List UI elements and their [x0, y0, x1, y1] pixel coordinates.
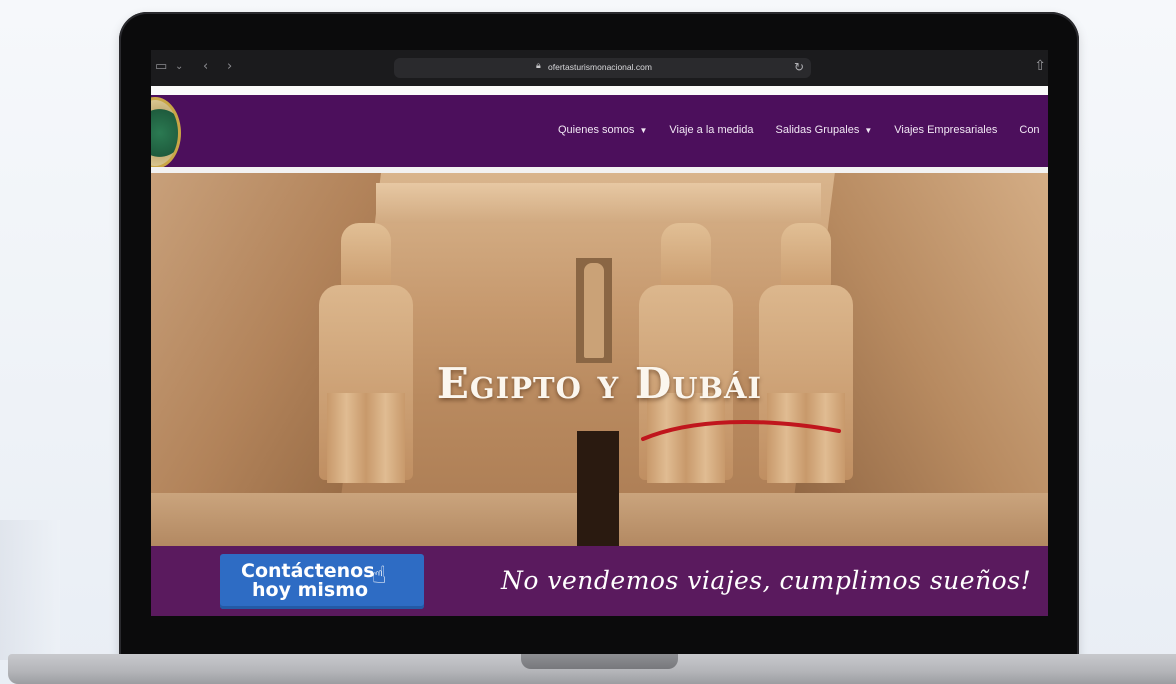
slogan: No vendemos viajes, cumplimos sueños!: [501, 566, 1032, 595]
share-icon[interactable]: ⇧: [1034, 58, 1046, 74]
nav-item-label: Viaje a la medida: [669, 124, 754, 136]
sidebar-icon[interactable]: ▭: [155, 59, 167, 75]
background-shade: [0, 520, 60, 660]
back-icon[interactable]: ‹: [203, 59, 208, 75]
hero-banner: Egipto y Dubái: [151, 173, 1048, 546]
reload-icon[interactable]: ↻: [794, 60, 804, 74]
chevron-down-icon[interactable]: ⌄: [175, 59, 183, 75]
colossus-statue: [311, 223, 421, 483]
contact-button[interactable]: Contáctenos hoy mismo ☝︎: [220, 554, 424, 609]
nav-item-label: Salidas Grupales: [775, 124, 860, 136]
nav-item-label: Con: [1019, 124, 1040, 136]
nav-item-viaje-a-la-medida[interactable]: Viaje a la medida: [669, 124, 753, 136]
address-bar[interactable]: 🔒︎ ofertasturismonacional.com ↻: [394, 58, 811, 78]
laptop-hinge-notch: [521, 654, 678, 669]
nav-item-viajes-empresariales[interactable]: Viajes Empresariales: [894, 124, 997, 136]
forward-icon[interactable]: ›: [227, 59, 232, 75]
bottom-banner: Contáctenos hoy mismo ☝︎ No vendemos via…: [151, 546, 1048, 616]
nav-menu: Quienes somos ▼ Viaje a la medida Salida…: [558, 124, 1048, 136]
chevron-down-icon: ▼: [639, 125, 648, 135]
nav-item-quienes-somos[interactable]: Quienes somos ▼: [558, 124, 647, 136]
browser-toolbar: ▭ ⌄ ‹ › 🔒︎ ofertasturismonacional.com ↻ …: [151, 50, 1048, 86]
pointer-hand-icon: ☝︎: [372, 561, 387, 589]
niche-statue: [584, 263, 604, 358]
nav-item-label: Viajes Empresariales: [894, 124, 998, 136]
page-top-strip: [151, 86, 1048, 95]
title-underline: [641, 420, 841, 441]
url-text: ofertasturismonacional.com: [548, 62, 652, 72]
contact-button-line2: hoy mismo: [252, 579, 369, 601]
site-navigation: Quienes somos ▼ Viaje a la medida Salida…: [151, 95, 1048, 169]
nav-item-contacto[interactable]: Con: [1019, 124, 1039, 136]
temple-entrance: [577, 431, 619, 546]
nav-item-label: Quienes somos: [558, 124, 635, 136]
chevron-down-icon: ▼: [864, 125, 873, 135]
site-logo[interactable]: [151, 97, 181, 169]
laptop-screen: ▭ ⌄ ‹ › 🔒︎ ofertasturismonacional.com ↻ …: [151, 50, 1048, 616]
nav-item-salidas-grupales[interactable]: Salidas Grupales ▼: [776, 124, 873, 136]
temple-facade: [376, 183, 821, 223]
hero-title: Egipto y Dubái: [436, 359, 763, 408]
lock-icon: 🔒︎: [536, 61, 541, 71]
